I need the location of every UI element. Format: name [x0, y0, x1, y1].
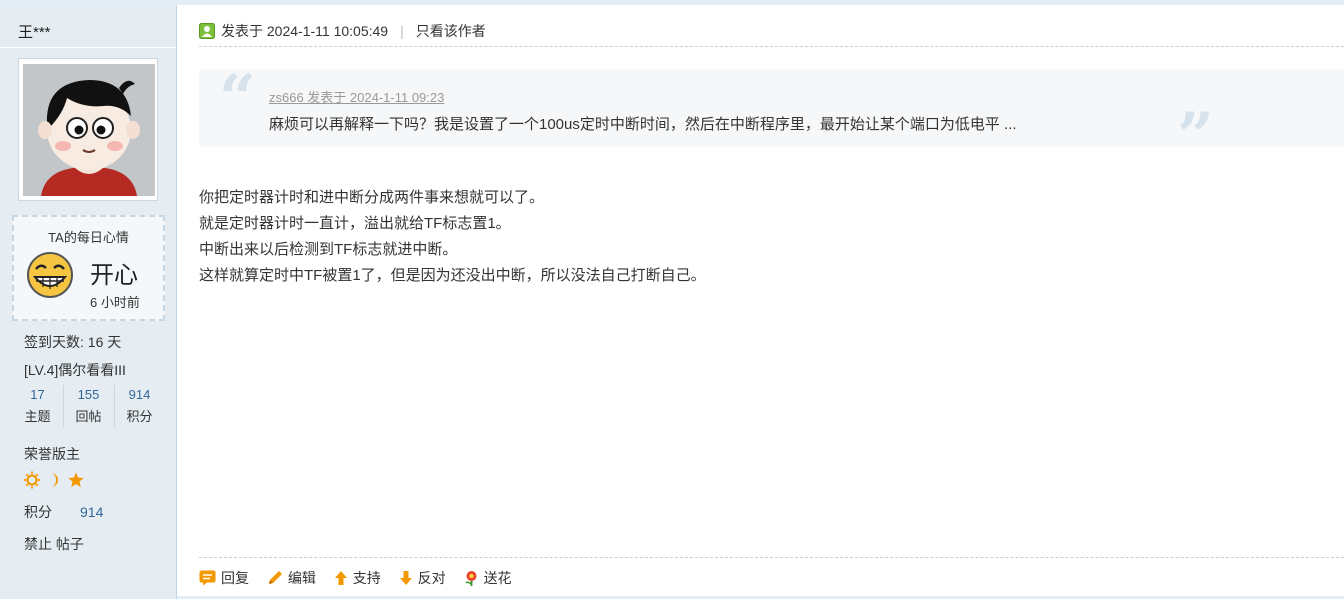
author-name[interactable]: 王*** [18, 21, 51, 42]
stat-replies[interactable]: 155 回帖 [63, 385, 114, 429]
support-label: 支持 [352, 570, 381, 586]
user-level[interactable]: [LV.4]偶尔看看III [24, 360, 126, 380]
stat-value: 17 [30, 387, 45, 402]
pencil-icon [268, 571, 282, 584]
reply-label: 回复 [221, 570, 249, 586]
avatar-image [23, 64, 155, 196]
stat-value: 914 [128, 387, 151, 402]
stat-value: 155 [77, 387, 100, 402]
divider [0, 47, 176, 48]
open-quote-icon: “ [219, 61, 256, 136]
user-title[interactable]: 荣誉版主 [24, 444, 80, 464]
stat-label: 积分 [126, 409, 153, 424]
daily-mood: TA的每日心情 开心 6 小时前 [12, 215, 165, 321]
moon-icon [51, 473, 58, 487]
credits-value[interactable]: 914 [80, 504, 103, 520]
divider [199, 46, 1344, 47]
oppose-button[interactable]: 反对 [399, 568, 446, 588]
stat-label: 主题 [24, 409, 51, 424]
post-body: 你把定时器计时和进中断分成两件事来想就可以了。 就是定时器计时一直计，溢出就给T… [199, 185, 706, 289]
user-stats: 17 主题 155 回帖 914 积分 [12, 385, 165, 429]
edit-button[interactable]: 编辑 [267, 568, 316, 588]
post-time: 发表于 2024-1-11 10:05:49 [221, 23, 389, 39]
online-status-icon [199, 23, 215, 39]
post-line: 就是定时器计时一直计，溢出就给TF标志置1。 [199, 215, 511, 232]
sun-icon [24, 471, 40, 489]
divider [199, 557, 1344, 558]
post-actions: 回复 编辑 支持 反对 送花 [199, 568, 526, 588]
flower-icon [464, 571, 477, 586]
checkin-days: 签到天数: 16 天 [24, 334, 122, 350]
stat-threads[interactable]: 17 主题 [12, 385, 63, 429]
quote-block: “ zs666 发表于 2024-1-11 09:23 麻烦可以再解释一下吗？我… [199, 61, 1344, 169]
author-only-link[interactable]: 只看该作者 [416, 23, 486, 39]
reply-button[interactable]: 回复 [199, 568, 249, 588]
avatar[interactable] [18, 58, 158, 201]
mood-time: 6 小时前 [90, 295, 140, 310]
close-quote-icon: ” [1177, 99, 1214, 174]
arrow-up-icon [334, 571, 347, 585]
divider: | [400, 23, 404, 39]
credits-row: 积分 914 [24, 502, 103, 522]
post-header: 发表于 2024-1-11 10:05:49 | 只看该作者 [221, 21, 486, 41]
stat-credits[interactable]: 914 积分 [114, 385, 165, 429]
grin-icon [26, 251, 74, 299]
support-button[interactable]: 支持 [334, 568, 381, 588]
mood-text: 开心 [90, 262, 138, 289]
arrow-down-icon [399, 571, 412, 585]
medal-row [24, 471, 94, 489]
edit-label: 编辑 [287, 570, 316, 586]
post-line: 你把定时器计时和进中断分成两件事来想就可以了。 [199, 189, 545, 206]
oppose-label: 反对 [417, 570, 446, 586]
quote-text: 麻烦可以再解释一下吗？我是设置了一个100us定时中断时间，然后在中断程序里，最… [269, 116, 1017, 133]
quote-meta[interactable]: zs666 发表于 2024-1-11 09:23 [269, 87, 444, 106]
author-sidebar: 王*** TA的每日心情 开心 6 小时前 签到天数: 16 天 [LV.4]偶… [0, 5, 177, 599]
post-content: 发表于 2024-1-11 10:05:49 | 只看该作者 “ zs666 发表于… [177, 5, 1344, 599]
mood-title: TA的每日心情 [48, 230, 129, 245]
user-status: 禁止 帖子 [24, 536, 84, 552]
star-icon [68, 472, 84, 487]
post-line: 这样就算定时中TF被置1了，但是因为还没出中断，所以没法自己打断自己。 [199, 267, 706, 284]
flower-button[interactable]: 送花 [464, 568, 512, 588]
reply-icon [199, 570, 216, 586]
credits-label: 积分 [24, 504, 52, 520]
stat-label: 回帖 [75, 409, 102, 424]
flower-label: 送花 [483, 570, 512, 586]
post-line: 中断出来以后检测到TF标志就进中断。 [199, 241, 458, 258]
